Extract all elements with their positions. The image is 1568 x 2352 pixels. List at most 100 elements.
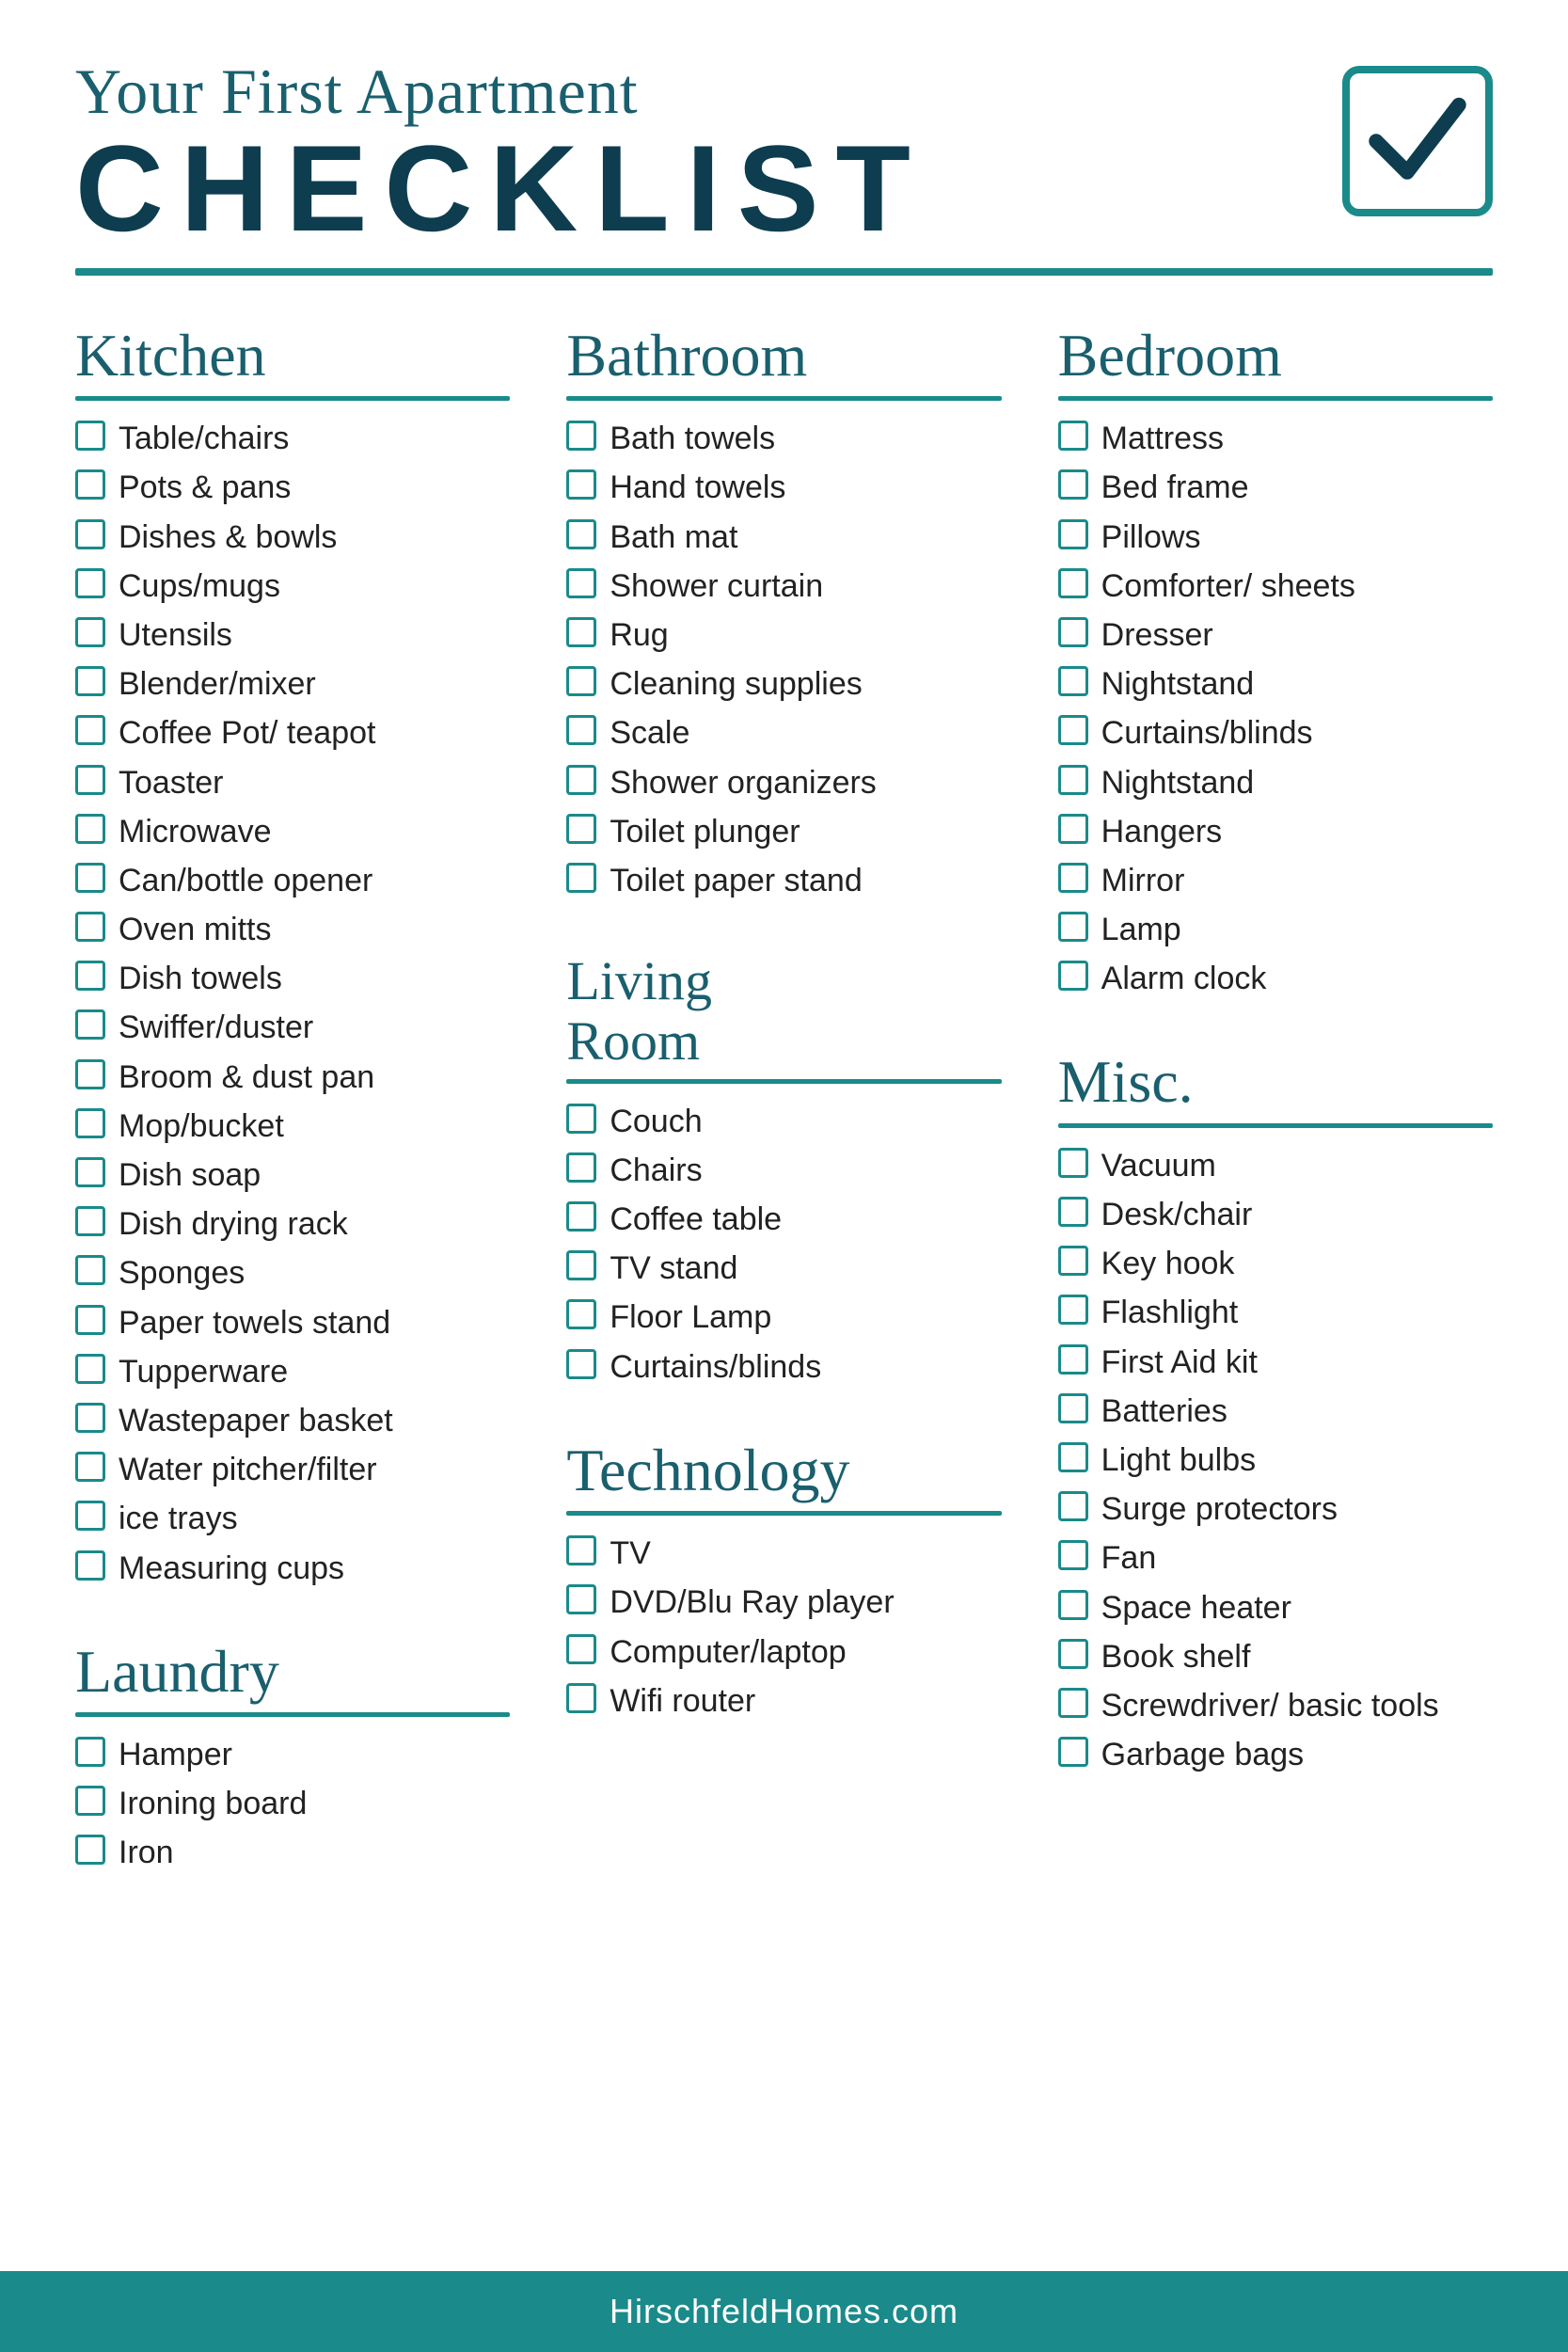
list-item[interactable]: Nightstand xyxy=(1058,762,1493,803)
checkbox[interactable] xyxy=(566,568,596,598)
checkbox[interactable] xyxy=(1058,1639,1088,1669)
list-item[interactable]: Dish soap xyxy=(75,1154,510,1196)
list-item[interactable]: Measuring cups xyxy=(75,1548,510,1589)
checkbox[interactable] xyxy=(1058,1246,1088,1276)
checkbox[interactable] xyxy=(566,765,596,795)
checkbox[interactable] xyxy=(75,1305,105,1335)
list-item[interactable]: Curtains/blinds xyxy=(566,1346,1001,1388)
checkbox[interactable] xyxy=(1058,814,1088,844)
list-item[interactable]: Wifi router xyxy=(566,1680,1001,1722)
checkbox[interactable] xyxy=(75,1501,105,1531)
checkbox[interactable] xyxy=(75,863,105,893)
checkbox[interactable] xyxy=(75,1835,105,1865)
checkbox[interactable] xyxy=(566,1201,596,1232)
checkbox[interactable] xyxy=(75,421,105,451)
checkbox[interactable] xyxy=(75,1452,105,1482)
checkbox[interactable] xyxy=(75,1059,105,1089)
list-item[interactable]: Light bulbs xyxy=(1058,1439,1493,1481)
list-item[interactable]: Coffee table xyxy=(566,1199,1001,1240)
list-item[interactable]: Mattress xyxy=(1058,418,1493,459)
checkbox[interactable] xyxy=(1058,568,1088,598)
checkbox[interactable] xyxy=(1058,1737,1088,1767)
list-item[interactable]: Toaster xyxy=(75,762,510,803)
list-item[interactable]: Utensils xyxy=(75,614,510,656)
list-item[interactable]: Nightstand xyxy=(1058,663,1493,705)
list-item[interactable]: Alarm clock xyxy=(1058,958,1493,999)
list-item[interactable]: First Aid kit xyxy=(1058,1342,1493,1383)
list-item[interactable]: Blender/mixer xyxy=(75,663,510,705)
checkbox[interactable] xyxy=(1058,1442,1088,1472)
list-item[interactable]: Rug xyxy=(566,614,1001,656)
checkbox[interactable] xyxy=(1058,715,1088,745)
list-item[interactable]: Flashlight xyxy=(1058,1292,1493,1333)
list-item[interactable]: Ironing board xyxy=(75,1783,510,1824)
checkbox[interactable] xyxy=(75,666,105,696)
list-item[interactable]: Vacuum xyxy=(1058,1145,1493,1186)
list-item[interactable]: Chairs xyxy=(566,1150,1001,1191)
checkbox[interactable] xyxy=(566,421,596,451)
list-item[interactable]: Desk/chair xyxy=(1058,1194,1493,1235)
checkbox[interactable] xyxy=(566,1250,596,1280)
list-item[interactable]: TV stand xyxy=(566,1248,1001,1289)
list-item[interactable]: DVD/Blu Ray player xyxy=(566,1581,1001,1623)
list-item[interactable]: Scale xyxy=(566,712,1001,754)
checkbox[interactable] xyxy=(1058,617,1088,647)
list-item[interactable]: Sponges xyxy=(75,1252,510,1294)
checkbox[interactable] xyxy=(566,1299,596,1329)
checkbox[interactable] xyxy=(566,1634,596,1664)
list-item[interactable]: Wastepaper basket xyxy=(75,1400,510,1441)
checkbox[interactable] xyxy=(1058,1344,1088,1375)
checkbox[interactable] xyxy=(1058,421,1088,451)
checkbox[interactable] xyxy=(1058,1590,1088,1620)
checkbox[interactable] xyxy=(1058,1197,1088,1227)
checkbox[interactable] xyxy=(1058,912,1088,942)
list-item[interactable]: Shower organizers xyxy=(566,762,1001,803)
checkbox[interactable] xyxy=(1058,1295,1088,1325)
list-item[interactable]: Can/bottle opener xyxy=(75,860,510,901)
checkbox[interactable] xyxy=(1058,469,1088,500)
list-item[interactable]: Shower curtain xyxy=(566,565,1001,607)
list-item[interactable]: Dish towels xyxy=(75,958,510,999)
list-item[interactable]: Tupperware xyxy=(75,1351,510,1392)
list-item[interactable]: Broom & dust pan xyxy=(75,1057,510,1098)
list-item[interactable]: Batteries xyxy=(1058,1391,1493,1432)
checkbox[interactable] xyxy=(75,1354,105,1384)
checkbox[interactable] xyxy=(75,1786,105,1816)
checkbox[interactable] xyxy=(75,1157,105,1187)
list-item[interactable]: Hand towels xyxy=(566,467,1001,508)
list-item[interactable]: Hangers xyxy=(1058,811,1493,852)
checkbox[interactable] xyxy=(75,568,105,598)
checkbox[interactable] xyxy=(1058,765,1088,795)
list-item[interactable]: ice trays xyxy=(75,1498,510,1539)
checkbox[interactable] xyxy=(566,715,596,745)
list-item[interactable]: Computer/laptop xyxy=(566,1631,1001,1673)
list-item[interactable]: Key hook xyxy=(1058,1243,1493,1284)
checkbox[interactable] xyxy=(75,1108,105,1138)
checkbox[interactable] xyxy=(566,1104,596,1134)
list-item[interactable]: Floor Lamp xyxy=(566,1296,1001,1338)
checkbox[interactable] xyxy=(566,1584,596,1614)
list-item[interactable]: Surge protectors xyxy=(1058,1488,1493,1530)
checkbox[interactable] xyxy=(75,1403,105,1433)
checkbox[interactable] xyxy=(1058,519,1088,549)
checkbox[interactable] xyxy=(566,1152,596,1183)
list-item[interactable]: Mirror xyxy=(1058,860,1493,901)
checkbox[interactable] xyxy=(1058,863,1088,893)
list-item[interactable]: Dresser xyxy=(1058,614,1493,656)
list-item[interactable]: Book shelf xyxy=(1058,1636,1493,1677)
checkbox[interactable] xyxy=(75,961,105,991)
checkbox[interactable] xyxy=(75,814,105,844)
checkbox[interactable] xyxy=(75,912,105,942)
checkbox[interactable] xyxy=(75,1009,105,1040)
checkbox[interactable] xyxy=(1058,1688,1088,1718)
list-item[interactable]: Screwdriver/ basic tools xyxy=(1058,1685,1493,1726)
list-item[interactable]: Comforter/ sheets xyxy=(1058,565,1493,607)
list-item[interactable]: Space heater xyxy=(1058,1587,1493,1629)
list-item[interactable]: Bed frame xyxy=(1058,467,1493,508)
checkbox[interactable] xyxy=(1058,1540,1088,1570)
list-item[interactable]: Table/chairs xyxy=(75,418,510,459)
list-item[interactable]: Lamp xyxy=(1058,909,1493,950)
list-item[interactable]: Mop/bucket xyxy=(75,1105,510,1147)
list-item[interactable]: Water pitcher/filter xyxy=(75,1449,510,1490)
list-item[interactable]: Garbage bags xyxy=(1058,1734,1493,1775)
